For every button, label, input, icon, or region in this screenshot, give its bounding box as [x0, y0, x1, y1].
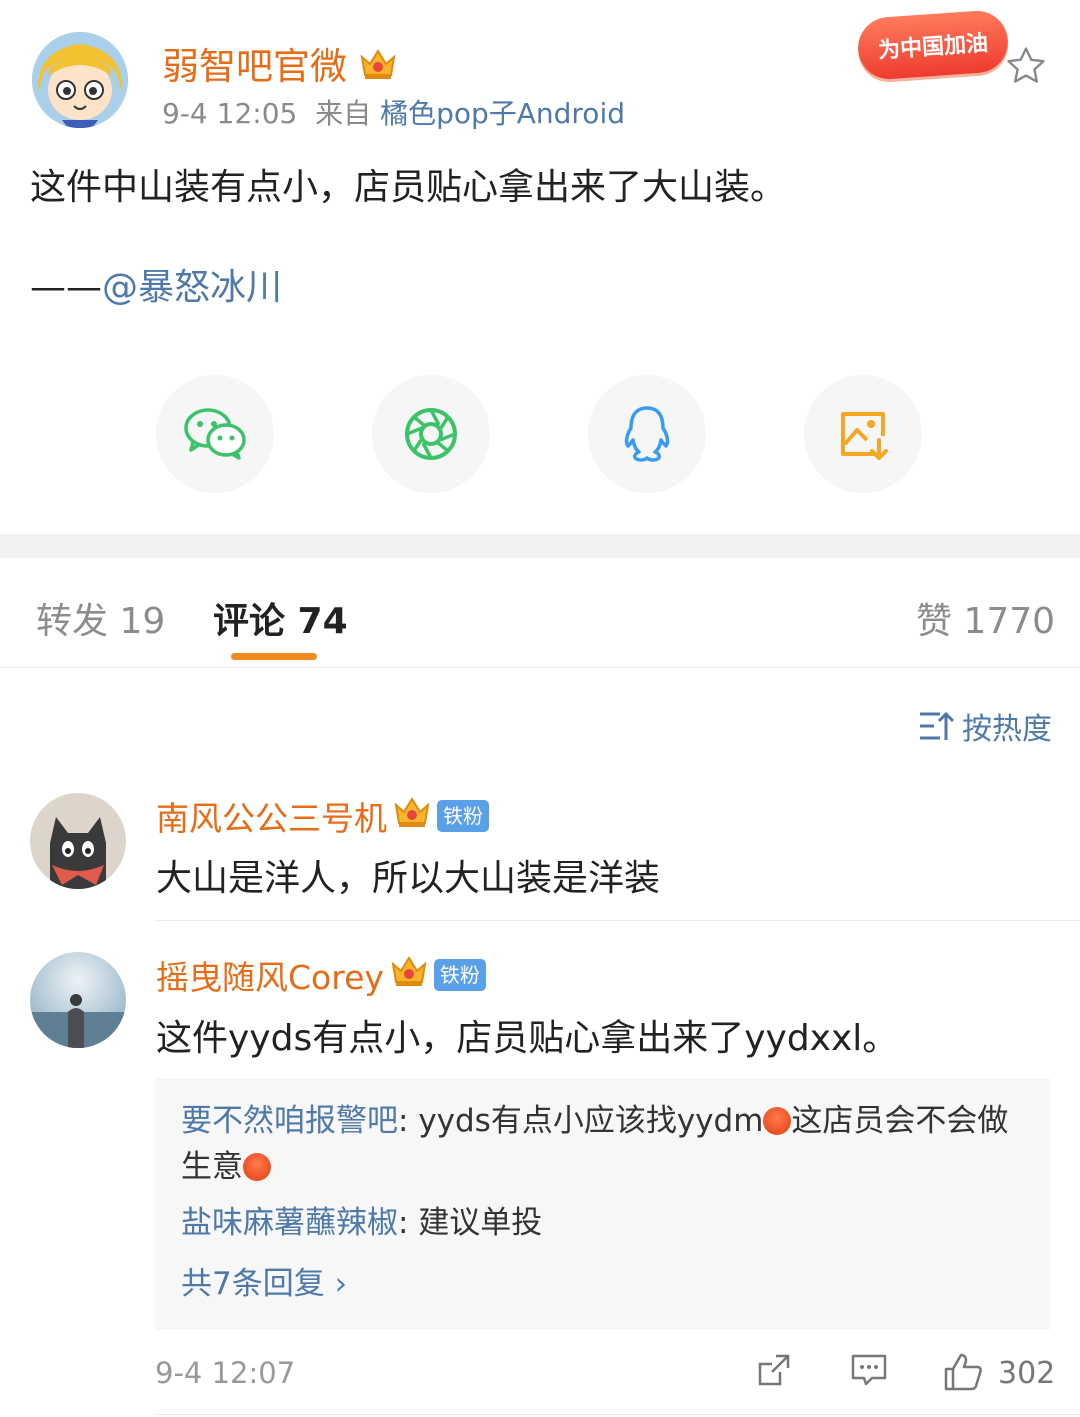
- share-moments-button[interactable]: [372, 375, 490, 493]
- event-badge[interactable]: 为中国加油: [856, 8, 1010, 82]
- tab-divider: [0, 667, 1080, 668]
- commenter-name[interactable]: 摇曳随风Corey 铁粉: [156, 951, 486, 999]
- save-image-button[interactable]: [804, 375, 922, 493]
- sort-icon: [920, 711, 954, 740]
- source-prefix: 来自: [315, 97, 372, 130]
- event-badge-text: 为中国加油: [877, 31, 989, 64]
- commenter-name[interactable]: 南风公公三号机 铁粉: [156, 792, 489, 840]
- tab-comments[interactable]: 评论 74: [213, 592, 348, 644]
- avatar-image: [32, 32, 128, 128]
- crown-icon: [390, 954, 428, 996]
- commenter-name-text: 摇曳随风Corey: [156, 958, 384, 997]
- reply-separator: :: [398, 1103, 419, 1139]
- qq-icon: [624, 406, 670, 462]
- active-tab-indicator: [231, 653, 317, 660]
- moments-icon: [405, 408, 457, 460]
- like-count: 302: [998, 1356, 1056, 1391]
- author-name[interactable]: 弱智吧官微: [162, 36, 397, 90]
- avatar-image: [30, 952, 126, 1048]
- credit-dash: ——: [30, 267, 102, 308]
- fan-badge: 铁粉: [437, 800, 489, 832]
- comment-divider: [155, 1414, 1080, 1415]
- tab-repost[interactable]: 转发 19: [36, 592, 165, 644]
- angry-emoji-icon: [763, 1106, 792, 1135]
- comment-text: 这件yyds有点小，店员贴心拿出来了yydxxl。: [156, 1018, 899, 1059]
- section-divider: [0, 534, 1080, 558]
- post-body: 这件中山装有点小，店员贴心拿出来了大山装。: [30, 167, 787, 208]
- wechat-icon: [184, 408, 246, 460]
- comment-divider: [156, 920, 1080, 921]
- reply-text: yyds有点小应该找yydm: [418, 1103, 764, 1139]
- reply-item: 盐味麻薯蘸辣椒: 建议单投: [181, 1200, 1031, 1246]
- post-credit: ——@暴怒冰川: [30, 258, 282, 310]
- avatar-image: [30, 793, 126, 889]
- like-icon[interactable]: [942, 1352, 984, 1396]
- commenter-name-text: 南风公公三号机: [156, 799, 387, 838]
- comment-text: 大山是洋人，所以大山装是洋装: [156, 858, 661, 899]
- reply-preview-box[interactable]: 要不然咱报警吧: yyds有点小应该找yydm 这店员会不会做生意 盐味麻薯蘸辣椒…: [155, 1078, 1050, 1330]
- comment-time: 9-4 12:07: [155, 1356, 296, 1390]
- commenter-avatar[interactable]: [30, 793, 126, 889]
- angry-emoji-icon: [243, 1152, 271, 1181]
- credit-mention-link[interactable]: @暴怒冰川: [102, 267, 282, 308]
- crown-icon: [393, 795, 431, 837]
- commenter-avatar[interactable]: [30, 952, 126, 1048]
- reply-text: 建议单投: [418, 1205, 543, 1241]
- author-name-text: 弱智吧官微: [162, 45, 347, 88]
- more-replies-link[interactable]: 共7条回复 ›: [181, 1258, 347, 1303]
- share-comment-icon[interactable]: [756, 1352, 792, 1392]
- post-meta: 9-4 12:05 来自 橘色pop子Android: [162, 92, 625, 132]
- post-source-link[interactable]: 橘色pop子Android: [380, 97, 625, 130]
- reply-item: 要不然咱报警吧: yyds有点小应该找yydm 这店员会不会做生意: [181, 1098, 1031, 1190]
- sort-label: 按热度: [962, 712, 1052, 747]
- sort-button[interactable]: 按热度: [918, 704, 1052, 748]
- author-avatar[interactable]: [32, 32, 128, 128]
- save-image-icon: [841, 412, 888, 460]
- post-time: 9-4 12:05: [162, 97, 298, 130]
- fan-badge: 铁粉: [433, 959, 486, 991]
- reply-author[interactable]: 要不然咱报警吧: [181, 1103, 398, 1139]
- tab-likes[interactable]: 赞 1770: [916, 592, 1055, 644]
- reply-separator: :: [398, 1205, 419, 1241]
- reply-author[interactable]: 盐味麻薯蘸辣椒: [181, 1205, 398, 1241]
- crown-icon: [359, 47, 397, 90]
- reply-comment-icon[interactable]: [850, 1352, 888, 1392]
- favorite-star-icon[interactable]: [1004, 44, 1048, 92]
- share-wechat-button[interactable]: [156, 375, 274, 493]
- share-qq-button[interactable]: [588, 375, 706, 493]
